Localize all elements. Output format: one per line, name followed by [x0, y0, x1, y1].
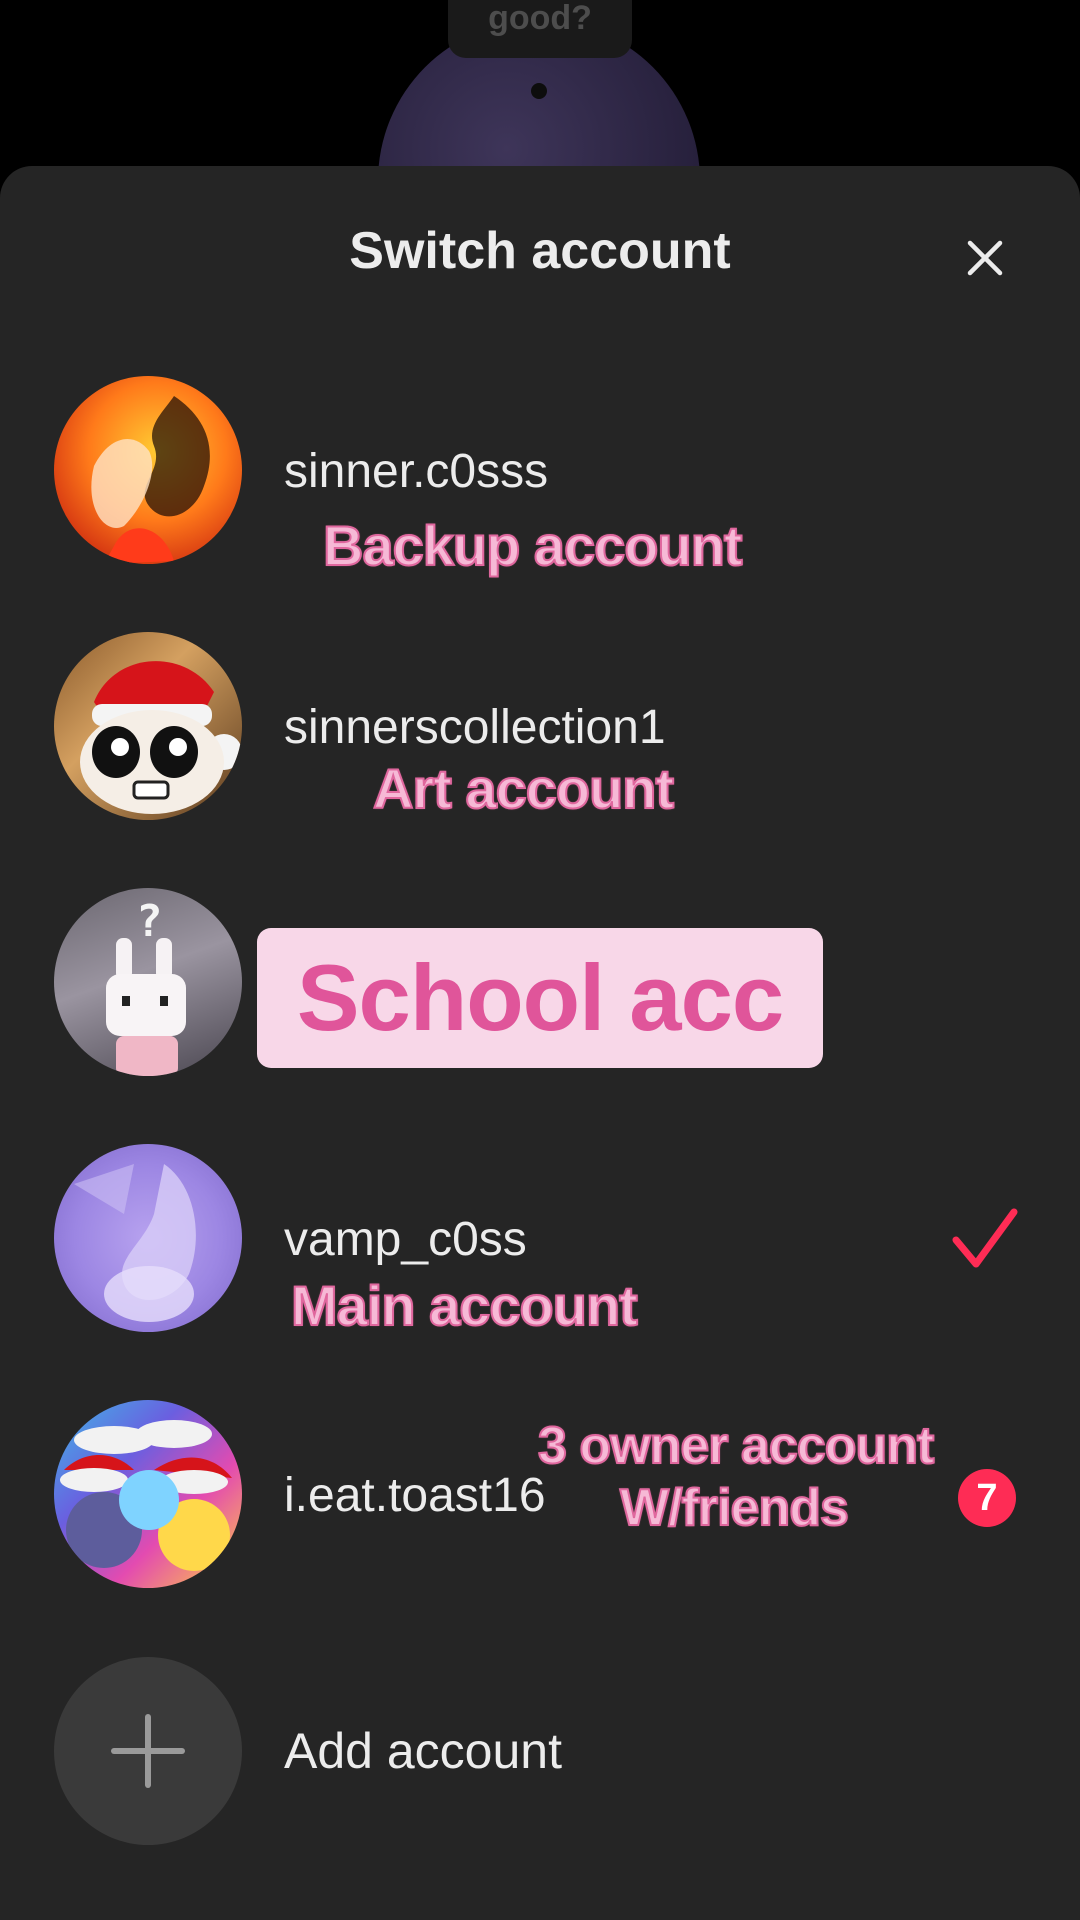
account-row-vamp-c0ss[interactable]: vamp_c0ss Main account: [0, 1138, 1080, 1338]
avatar-bunny-question-icon: ?: [106, 896, 186, 1076]
selected-checkmark-icon: [950, 1206, 1020, 1277]
account-row-sinnerscollection1[interactable]: sinnerscollection1 Art account: [0, 626, 1080, 826]
username: sinner.c0sss: [284, 445, 549, 498]
school-acc-sticker: School acc: [257, 928, 823, 1068]
plus-icon: [111, 1714, 185, 1788]
username: vamp_c0ss: [284, 1213, 527, 1266]
sticker-note: Art account: [372, 756, 675, 821]
sticker-note-line2: W/friends: [619, 1478, 850, 1538]
avatar-group-santa-icon: [60, 1420, 232, 1571]
account-row-i-eat-toast16[interactable]: i.eat.toast16 3 owner account W/friends: [0, 1394, 1080, 1594]
avatar-purple-cat-icon: [74, 1164, 196, 1322]
notification-badge: 7: [958, 1469, 1016, 1527]
close-icon: [967, 240, 1003, 276]
avatar: ?: [54, 888, 242, 1076]
sheet-title: Switch account: [349, 222, 731, 280]
avatar-fire-art-icon: [91, 396, 210, 564]
svg-text:?: ?: [136, 896, 163, 947]
speech-bubble: good?: [448, 0, 632, 58]
add-account-label[interactable]: Add account: [284, 1722, 562, 1780]
avatar: [54, 1400, 242, 1588]
sticker-note: Main account: [290, 1273, 639, 1338]
username: i.eat.toast16: [284, 1469, 546, 1522]
avatar: [54, 1144, 242, 1332]
background-video: good?: [0, 0, 1080, 170]
sticker-note: Backup account: [322, 513, 744, 578]
avatar-santa-hat-character-icon: [80, 661, 242, 814]
sticker-note-line1: 3 owner account: [537, 1416, 935, 1476]
add-account-button[interactable]: [54, 1657, 242, 1845]
account-row-sinner-c0sss[interactable]: sinner.c0sss Backup account: [0, 370, 1080, 578]
avatar: [54, 376, 242, 564]
close-button[interactable]: [955, 228, 1015, 288]
username: sinnerscollection1: [284, 701, 666, 754]
bubble-dot: [531, 83, 547, 99]
avatar: [54, 632, 242, 820]
